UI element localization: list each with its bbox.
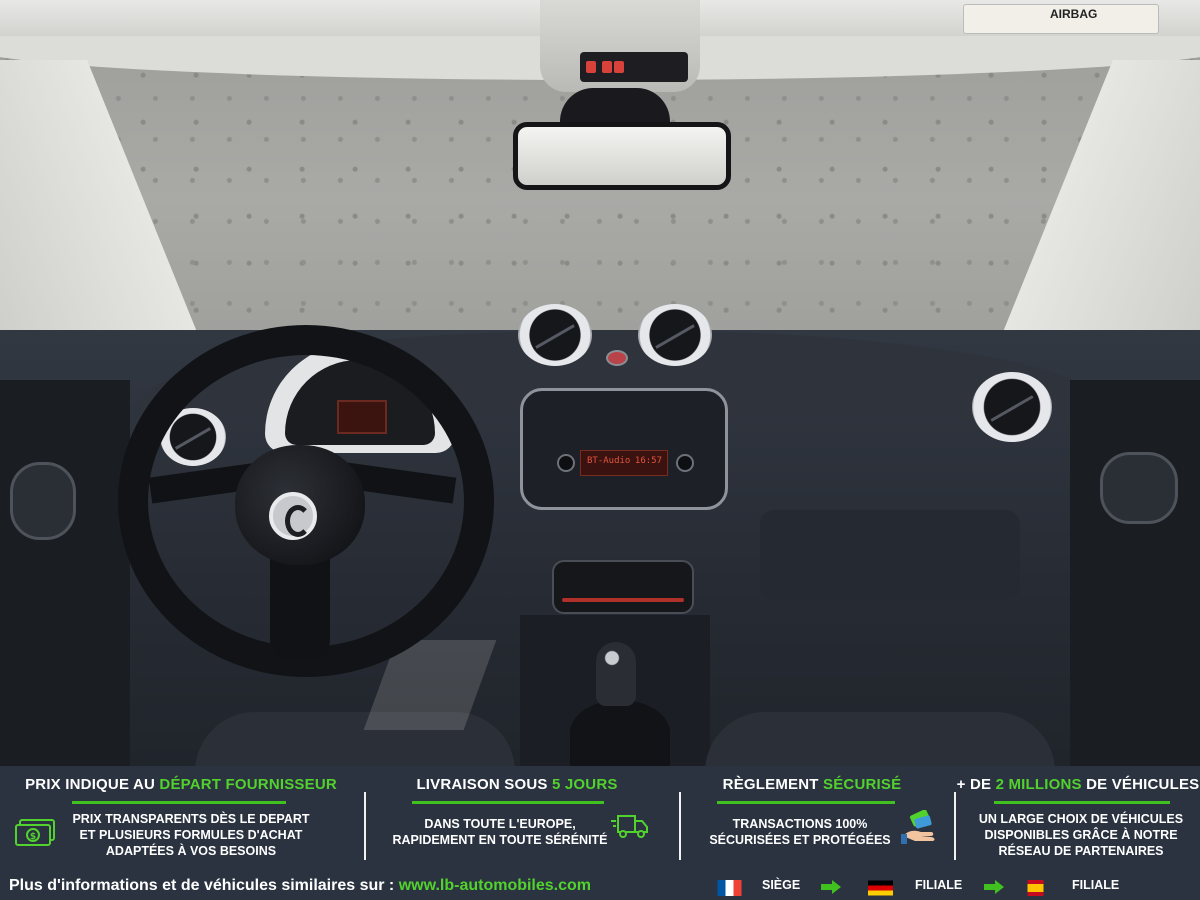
column-separator (364, 792, 366, 860)
website-link[interactable]: www.lb-automobiles.com (399, 877, 591, 894)
spain-flag-icon (1023, 880, 1048, 896)
airbag-sticker-label: AIRBAG (1050, 7, 1098, 21)
feature-line: RÉSEAU DE PARTENAIRES (998, 844, 1164, 858)
location-label: FILIALE (915, 878, 963, 892)
feature-line: TRANSACTIONS 100% (732, 817, 868, 831)
feature-vehicles: + DE 2 MILLIONS DE VÉHICULES UN LARGE CH… (956, 766, 1200, 870)
feature-title-accent: 5 JOURS (551, 776, 618, 793)
radio-knob (676, 454, 694, 472)
door-panel-left (0, 380, 130, 766)
indicator-led (602, 61, 612, 73)
france-flag-icon (717, 880, 742, 896)
rearview-mirror (513, 122, 731, 190)
feature-line: SÉCURISÉES ET PROTÉGÉES (709, 833, 891, 847)
feature-title-suffix: DE VÉHICULES (1081, 776, 1200, 793)
green-underline (412, 801, 604, 804)
germany-flag-icon (868, 880, 893, 896)
feature-title-accent: DÉPART FOURNISSEUR (159, 776, 337, 793)
footer-info-text: Plus d'informations et de véhicules simi… (9, 877, 399, 894)
feature-title-accent: SÉCURISÉ (823, 776, 902, 793)
feature-price: PRIX INDIQUE AU DÉPART FOURNISSEUR $ PRI… (0, 766, 362, 870)
airbag-sticker: AIRBAG (963, 4, 1159, 34)
radio-unit (520, 388, 728, 510)
feature-description: UN LARGE CHOIX DE VÉHICULES DISPONIBLES … (956, 811, 1200, 859)
feature-title: + DE 2 MILLIONS DE VÉHICULES (956, 776, 1200, 793)
door-panel-right (1070, 380, 1200, 766)
smart-logo-icon (269, 492, 317, 540)
air-vent (518, 304, 592, 366)
green-underline (72, 801, 286, 804)
feature-title: PRIX INDIQUE AU DÉPART FOURNISSEUR (0, 776, 362, 793)
gear-shifter-knob (596, 642, 636, 706)
indicator-led (586, 61, 596, 73)
feature-line: ADAPTÉES À VOS BESOINS (105, 844, 277, 858)
airbag-indicator-panel (580, 52, 688, 82)
car-interior-photo: AIRBAG BT-Audio 16:57 (0, 0, 1200, 766)
passenger-seat (705, 712, 1055, 766)
feature-delivery: LIVRAISON SOUS 5 JOURS DANS TOUTE L'EURO… (368, 766, 678, 870)
air-vent (972, 372, 1052, 442)
hazard-button (606, 350, 628, 366)
feature-description: TRANSACTIONS 100% SÉCURISÉES ET PROTÉGÉE… (693, 816, 907, 848)
delivery-truck-icon (610, 812, 650, 845)
footer-info: Plus d'informations et de véhicules simi… (9, 877, 591, 895)
arrow-right-icon (983, 879, 1005, 895)
feature-payment: RÈGLEMENT SÉCURISÉ TRANSACTIONS 100% SÉC… (683, 766, 953, 870)
feature-line: ET PLUSIEURS FORMULES D'ACHAT (79, 828, 303, 842)
money-icon: $ (14, 818, 56, 853)
door-handle-left (10, 462, 76, 540)
glovebox (760, 510, 1020, 600)
green-underline (994, 801, 1170, 804)
feature-title-prefix: LIVRAISON SOUS (416, 776, 552, 793)
feature-title-accent: 2 MILLIONS (995, 776, 1082, 793)
feature-title-prefix: PRIX INDIQUE AU (25, 776, 160, 793)
feature-title-prefix: RÈGLEMENT (722, 776, 824, 793)
location-label: SIÈGE (762, 878, 801, 892)
feature-title: RÈGLEMENT SÉCURISÉ (677, 776, 947, 793)
feature-description: DANS TOUTE L'EUROPE, RAPIDEMENT EN TOUTE… (382, 816, 618, 848)
feature-line: PRIX TRANSPARENTS DÈS LE DEPART (72, 812, 310, 826)
feature-line: RAPIDEMENT EN TOUTE SÉRÉNITÉ (392, 833, 608, 847)
feature-description: PRIX TRANSPARENTS DÈS LE DEPART ET PLUSI… (64, 811, 318, 859)
column-separator (679, 792, 681, 860)
radio-source-text: BT-Audio (587, 456, 631, 466)
arrow-right-icon (820, 879, 842, 895)
svg-text:$: $ (30, 832, 36, 842)
feature-line: DISPONIBLES GRÂCE À NOTRE (984, 828, 1178, 842)
steering-spoke-bottom (270, 550, 330, 660)
location-label: FILIALE (1072, 878, 1120, 892)
radio-knob (557, 454, 575, 472)
door-handle-right (1100, 452, 1178, 524)
feature-line: UN LARGE CHOIX DE VÉHICULES (978, 812, 1184, 826)
radio-display: BT-Audio 16:57 (580, 450, 668, 476)
feature-title-prefix: + DE (956, 776, 996, 793)
climate-controls (552, 560, 694, 614)
feature-title: LIVRAISON SOUS 5 JOURS (362, 776, 672, 793)
gear-shifter-boot (570, 700, 670, 766)
payment-hand-icon (901, 809, 939, 849)
indicator-led (614, 61, 624, 73)
feature-banner: PRIX INDIQUE AU DÉPART FOURNISSEUR $ PRI… (0, 766, 1200, 900)
green-underline (717, 801, 895, 804)
climate-indicator (562, 598, 684, 602)
air-vent (638, 304, 712, 366)
feature-line: DANS TOUTE L'EUROPE, (424, 817, 576, 831)
radio-clock-text: 16:57 (634, 456, 662, 466)
